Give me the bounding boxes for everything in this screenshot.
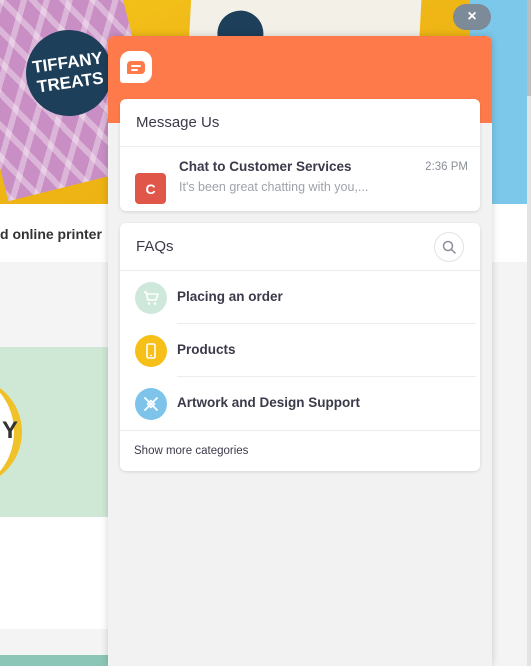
faq-category-label: Artwork and Design Support	[177, 395, 361, 410]
shopping-cart-icon	[135, 282, 167, 314]
design-tools-icon	[135, 388, 167, 420]
faqs-title: FAQs	[136, 238, 174, 255]
conversation-time: 2:36 PM	[425, 161, 468, 173]
faqs-header: FAQs	[120, 223, 480, 271]
faqs-card: FAQs Placing an order Products Artwork a…	[120, 223, 480, 471]
close-widget-button[interactable]: ×	[453, 4, 491, 30]
message-us-title: Message Us	[120, 99, 480, 147]
show-more-categories-link[interactable]: Show more categories	[120, 430, 480, 470]
chat-bubble-icon	[120, 51, 152, 83]
faq-category-artwork[interactable]: Artwork and Design Support	[120, 377, 480, 430]
close-icon: ×	[467, 8, 477, 25]
avatar: C	[135, 173, 166, 204]
page-scrollbar-thumb[interactable]	[527, 0, 531, 96]
message-us-card: Message Us C Chat to Customer Services I…	[120, 99, 480, 211]
conversation-name: Chat to Customer Services	[179, 159, 352, 174]
hero-caption-text: d online printer	[0, 226, 102, 242]
product-tile-text: Y	[2, 417, 19, 444]
product-tile-image: Y	[0, 347, 110, 517]
faq-category-label: Placing an order	[177, 289, 283, 304]
search-icon	[442, 240, 456, 254]
faq-category-placing-an-order[interactable]: Placing an order	[120, 271, 480, 324]
conversation-preview: It's been great chatting with you,...	[179, 180, 369, 194]
faq-category-products[interactable]: Products	[120, 324, 480, 377]
faq-category-label: Products	[177, 342, 236, 357]
messenger-widget: Message Us C Chat to Customer Services I…	[108, 36, 492, 666]
search-button[interactable]	[434, 231, 464, 262]
page-scrollbar[interactable]	[527, 0, 531, 666]
phone-icon	[135, 335, 167, 367]
conversation-item[interactable]: C Chat to Customer Services It's been gr…	[120, 147, 480, 210]
